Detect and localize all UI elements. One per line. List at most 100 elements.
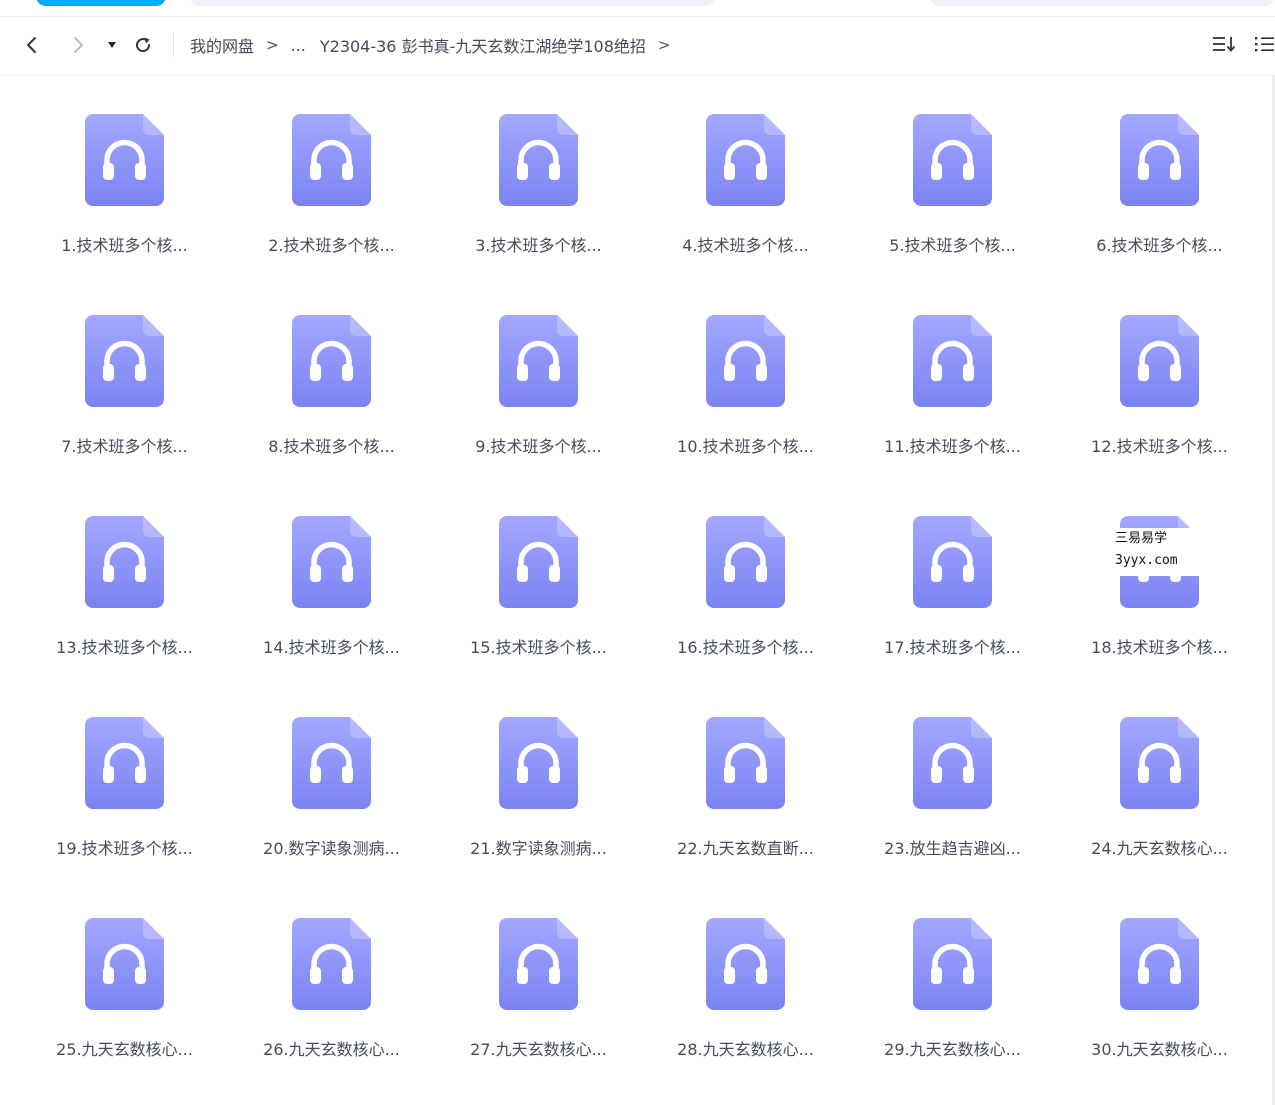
secondary-search-bar[interactable] — [930, 0, 1275, 6]
file-item-6[interactable]: 6.技术班多个核... — [1056, 76, 1263, 256]
file-item-10[interactable]: 10.技术班多个核... — [642, 277, 849, 457]
file-item-11[interactable]: 11.技术班多个核... — [849, 277, 1056, 457]
file-name: 3.技术班多个核... — [475, 236, 602, 255]
audio-file-icon — [706, 114, 785, 206]
list-view-icon — [1253, 34, 1275, 58]
back-button[interactable] — [20, 33, 44, 57]
file-name: 26.九天玄数核心... — [263, 1040, 400, 1059]
breadcrumb-separator-end: > — [657, 36, 671, 54]
file-item-5[interactable]: 5.技术班多个核... — [849, 76, 1056, 256]
file-name: 20.数字读象测病... — [263, 839, 400, 858]
file-name: 21.数字读象测病... — [470, 839, 607, 858]
file-name: 13.技术班多个核... — [56, 638, 193, 657]
file-item-17[interactable]: 17.技术班多个核... — [849, 478, 1056, 658]
file-item-1[interactable]: 1.技术班多个核... — [21, 76, 228, 256]
file-name: 17.技术班多个核... — [884, 638, 1021, 657]
file-name: 10.技术班多个核... — [677, 437, 814, 456]
file-name: 23.放生趋吉避凶... — [884, 839, 1021, 858]
file-item-3[interactable]: 3.技术班多个核... — [435, 76, 642, 256]
breadcrumb-root[interactable]: 我的网盘 — [190, 33, 254, 57]
audio-file-icon — [85, 114, 164, 206]
refresh-icon — [133, 35, 153, 55]
file-item-15[interactable]: 15.技术班多个核... — [435, 478, 642, 658]
file-grid: 1.技术班多个核... 2.技术班多个核... 3.技术班多个核... 4.技术… — [0, 76, 1275, 1105]
breadcrumb-separator: > — [266, 36, 279, 54]
chevron-left-icon — [25, 35, 39, 55]
file-item-9[interactable]: 9.技术班多个核... — [435, 277, 642, 457]
breadcrumb-ellipsis[interactable]: ... — [291, 36, 306, 55]
file-item-19[interactable]: 19.技术班多个核... — [21, 679, 228, 859]
refresh-button[interactable] — [131, 33, 155, 57]
file-name: 14.技术班多个核... — [263, 638, 400, 657]
audio-file-icon — [499, 918, 578, 1010]
file-name: 25.九天玄数核心... — [56, 1040, 193, 1059]
audio-file-icon — [292, 918, 371, 1010]
file-item-14[interactable]: 14.技术班多个核... — [228, 478, 435, 658]
file-item-4[interactable]: 4.技术班多个核... — [642, 76, 849, 256]
primary-action-button[interactable] — [36, 0, 166, 6]
file-item-28[interactable]: 28.九天玄数核心... — [642, 880, 849, 1060]
file-name: 1.技术班多个核... — [61, 236, 188, 255]
file-name: 12.技术班多个核... — [1091, 437, 1228, 456]
watermark-line1: 三易易学 — [1115, 531, 1168, 546]
file-name: 30.九天玄数核心... — [1091, 1040, 1228, 1059]
caret-down-icon — [107, 41, 117, 49]
file-item-20[interactable]: 20.数字读象测病... — [228, 679, 435, 859]
audio-file-icon — [706, 717, 785, 809]
file-item-29[interactable]: 29.九天玄数核心... — [849, 880, 1056, 1060]
file-item-2[interactable]: 2.技术班多个核... — [228, 76, 435, 256]
audio-file-icon — [706, 315, 785, 407]
toolbar: 我的网盘 > ... Y2304-36 彭书真-九天玄数江湖绝学108绝招 > — [0, 16, 1275, 76]
file-name: 15.技术班多个核... — [470, 638, 607, 657]
audio-file-icon — [292, 717, 371, 809]
audio-file-icon — [706, 918, 785, 1010]
audio-file-icon — [85, 918, 164, 1010]
file-name: 4.技术班多个核... — [682, 236, 809, 255]
file-item-25[interactable]: 25.九天玄数核心... — [21, 880, 228, 1060]
file-item-24[interactable]: 24.九天玄数核心... — [1056, 679, 1263, 859]
file-name: 22.九天玄数直断... — [677, 839, 814, 858]
file-item-16[interactable]: 16.技术班多个核... — [642, 478, 849, 658]
audio-file-icon — [85, 717, 164, 809]
file-item-26[interactable]: 26.九天玄数核心... — [228, 880, 435, 1060]
audio-file-icon — [1120, 315, 1199, 407]
file-name: 8.技术班多个核... — [268, 437, 395, 456]
audio-file-icon — [292, 315, 371, 407]
file-item-12[interactable]: 12.技术班多个核... — [1056, 277, 1263, 457]
file-name: 16.技术班多个核... — [677, 638, 814, 657]
list-view-button[interactable] — [1252, 34, 1275, 58]
file-item-30[interactable]: 30.九天玄数核心... — [1056, 880, 1263, 1060]
file-item-23[interactable]: 23.放生趋吉避凶... — [849, 679, 1056, 859]
audio-file-icon — [499, 717, 578, 809]
file-item-22[interactable]: 22.九天玄数直断... — [642, 679, 849, 859]
audio-file-icon — [913, 717, 992, 809]
watermark-line2: 3yyx.com — [1115, 553, 1178, 568]
file-item-27[interactable]: 27.九天玄数核心... — [435, 880, 642, 1060]
file-item-13[interactable]: 13.技术班多个核... — [21, 478, 228, 658]
file-name: 2.技术班多个核... — [268, 236, 395, 255]
watermark: 三易易学 3yyx.com — [1106, 528, 1200, 576]
top-strip — [0, 0, 1275, 10]
file-item-8[interactable]: 8.技术班多个核... — [228, 277, 435, 457]
breadcrumb: 我的网盘 > ... Y2304-36 彭书真-九天玄数江湖绝学108绝招 > — [190, 33, 682, 57]
breadcrumb-current[interactable]: Y2304-36 彭书真-九天玄数江湖绝学108绝招 — [320, 33, 646, 57]
audio-file-icon — [1120, 717, 1199, 809]
file-name: 27.九天玄数核心... — [470, 1040, 607, 1059]
audio-file-icon — [499, 114, 578, 206]
file-name: 11.技术班多个核... — [884, 437, 1021, 456]
file-item-21[interactable]: 21.数字读象测病... — [435, 679, 642, 859]
forward-button[interactable] — [66, 33, 90, 57]
file-name: 29.九天玄数核心... — [884, 1040, 1021, 1059]
audio-file-icon — [85, 516, 164, 608]
search-bar[interactable] — [190, 0, 715, 6]
audio-file-icon — [499, 516, 578, 608]
sort-button[interactable] — [1211, 34, 1237, 58]
file-name: 28.九天玄数核心... — [677, 1040, 814, 1059]
audio-file-icon — [913, 114, 992, 206]
toolbar-separator — [173, 33, 174, 57]
audio-file-icon — [85, 315, 164, 407]
file-item-7[interactable]: 7.技术班多个核... — [21, 277, 228, 457]
history-dropdown-button[interactable] — [102, 33, 122, 57]
file-name: 6.技术班多个核... — [1096, 236, 1223, 255]
file-name: 7.技术班多个核... — [61, 437, 188, 456]
